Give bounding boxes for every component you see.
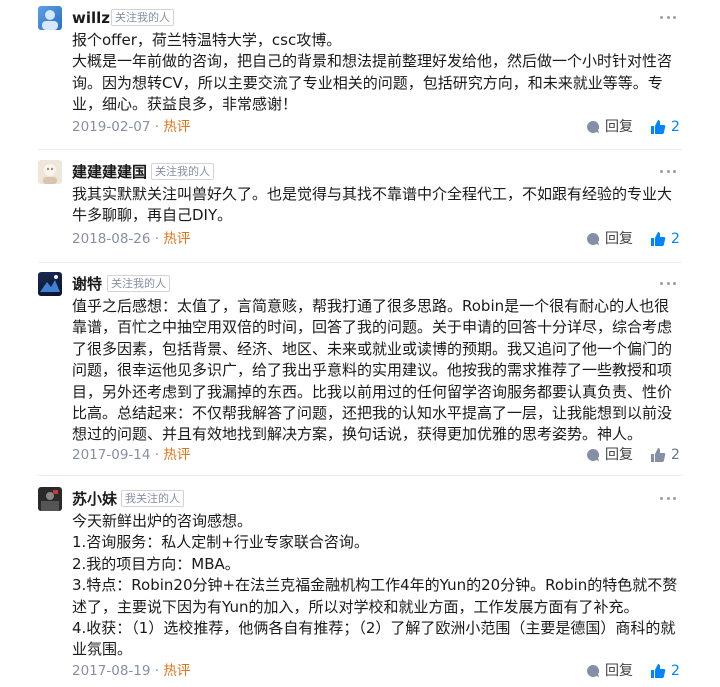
like-count: 2 <box>671 231 680 247</box>
reply-label: 回复 <box>605 231 633 247</box>
comment-meta: 2017-08-19 · 热评 <box>72 662 190 680</box>
thumbs-up-icon <box>651 232 666 246</box>
meta-separator: · <box>150 447 164 463</box>
comment-text: 值乎之后感想：太值了，言简意赅，帮我打通了很多思路。Robin是一个很有耐心的人… <box>72 297 673 444</box>
more-options-icon[interactable] <box>660 491 676 505</box>
like-count: 2 <box>671 119 680 135</box>
comment-item: 苏小妹 我关注的人 今天新鲜出炉的咨询感想。 1.咨询服务：私人定制+行业专家联… <box>0 487 720 687</box>
comment-text: 今天新鲜出炉的咨询感想。 <box>72 512 253 530</box>
like-count: 2 <box>671 447 680 463</box>
comment-item: 建建建建国 关注我的人 我其实默默关注叫兽好久了。也是觉得与其找不靠谱中介全程代… <box>0 160 720 255</box>
comment-date: 2017-08-19 <box>72 663 151 679</box>
more-options-icon[interactable] <box>660 276 676 290</box>
comment-text: 大概是一年前做的咨询，把自己的背景和想法提前整理好发给他，然后做一个小时针对性咨… <box>72 52 673 114</box>
comment-meta: 2019-02-07 · 热评 <box>72 118 190 136</box>
divider <box>38 262 682 263</box>
reply-label: 回复 <box>605 119 633 135</box>
user-name[interactable]: 谢特 <box>72 274 102 294</box>
avatar[interactable] <box>38 272 62 296</box>
reply-label: 回复 <box>605 447 633 463</box>
comment-body: 我其实默默关注叫兽好久了。也是觉得与其找不靠谱中介全程代工，不如跟有经验的专业大… <box>72 184 682 227</box>
hot-label: 热评 <box>163 119 191 135</box>
user-name[interactable]: willz <box>72 8 110 28</box>
thumbs-up-icon <box>651 120 666 134</box>
comment-meta: 2017-09-14 · 热评 <box>72 446 190 464</box>
comment-text: 2.我的项目方向：MBA。 <box>72 554 240 573</box>
like-button[interactable]: 2 <box>650 446 680 464</box>
like-count: 2 <box>671 663 680 679</box>
comment-date: 2017-09-14 <box>72 447 151 463</box>
comment-item: willz 关注我的人 报个offer，荷兰特温特大学，csc攻博。 大概是一年… <box>0 6 720 141</box>
reply-icon <box>587 120 600 133</box>
like-button[interactable]: 2 <box>650 118 680 136</box>
meta-separator: · <box>150 231 164 247</box>
hot-label: 热评 <box>163 447 191 463</box>
reply-icon <box>587 664 600 677</box>
follow-badge: 关注我的人 <box>107 275 170 292</box>
hot-label: 热评 <box>163 231 191 247</box>
comment-text: 我其实默默关注叫兽好久了。也是觉得与其找不靠谱中介全程代工，不如跟有经验的专业大… <box>72 185 673 225</box>
thumbs-up-icon <box>651 664 666 678</box>
divider <box>38 149 682 150</box>
user-name[interactable]: 苏小妹 <box>72 489 117 509</box>
comment-text: 报个offer，荷兰特温特大学，csc攻博。 <box>72 31 342 49</box>
comment-date: 2019-02-07 <box>72 119 151 135</box>
user-name[interactable]: 建建建建国 <box>72 162 147 182</box>
meta-separator: · <box>150 663 164 679</box>
follow-badge: 关注我的人 <box>151 163 214 180</box>
reply-button[interactable]: 回复 <box>585 446 633 464</box>
comment-item: 谢特 关注我的人 值乎之后感想：太值了，言简意赅，帮我打通了很多思路。Robin… <box>0 272 720 467</box>
reply-button[interactable]: 回复 <box>585 662 633 680</box>
avatar[interactable] <box>38 6 62 30</box>
like-button[interactable]: 2 <box>650 662 680 680</box>
comment-text: 4.收获：（1）选校推荐，他俩各自有推荐；（2）了解了欧洲小范围（主要是德国）商… <box>72 619 676 659</box>
thumbs-up-icon <box>651 448 666 462</box>
comment-text: 3.特点：Robin20分钟+在法兰克福金融机构工作4年的Yun的20分钟。Ro… <box>72 576 678 616</box>
comment-text: 1.咨询服务：私人定制+行业专家联合咨询。 <box>72 533 369 552</box>
more-options-icon[interactable] <box>660 10 676 24</box>
avatar[interactable] <box>38 160 62 184</box>
follow-badge: 我关注的人 <box>121 490 184 507</box>
reply-button[interactable]: 回复 <box>585 230 633 248</box>
reply-label: 回复 <box>605 663 633 679</box>
meta-separator: · <box>150 119 164 135</box>
comment-date: 2018-08-26 <box>72 231 151 247</box>
divider <box>38 475 682 476</box>
comment-meta: 2018-08-26 · 热评 <box>72 230 190 248</box>
hot-label: 热评 <box>163 663 191 679</box>
comment-body: 值乎之后感想：太值了，言简意赅，帮我打通了很多思路。Robin是一个很有耐心的人… <box>72 296 682 446</box>
reply-icon <box>587 232 600 245</box>
more-options-icon[interactable] <box>660 164 676 178</box>
avatar[interactable] <box>38 487 62 511</box>
like-button[interactable]: 2 <box>650 230 680 248</box>
reply-icon <box>587 448 600 461</box>
follow-badge: 关注我的人 <box>111 9 174 26</box>
comment-body: 报个offer，荷兰特温特大学，csc攻博。 大概是一年前做的咨询，把自己的背景… <box>72 30 682 116</box>
comment-body: 今天新鲜出炉的咨询感想。 1.咨询服务：私人定制+行业专家联合咨询。 2.我的项… <box>72 511 682 661</box>
reply-button[interactable]: 回复 <box>585 118 633 136</box>
